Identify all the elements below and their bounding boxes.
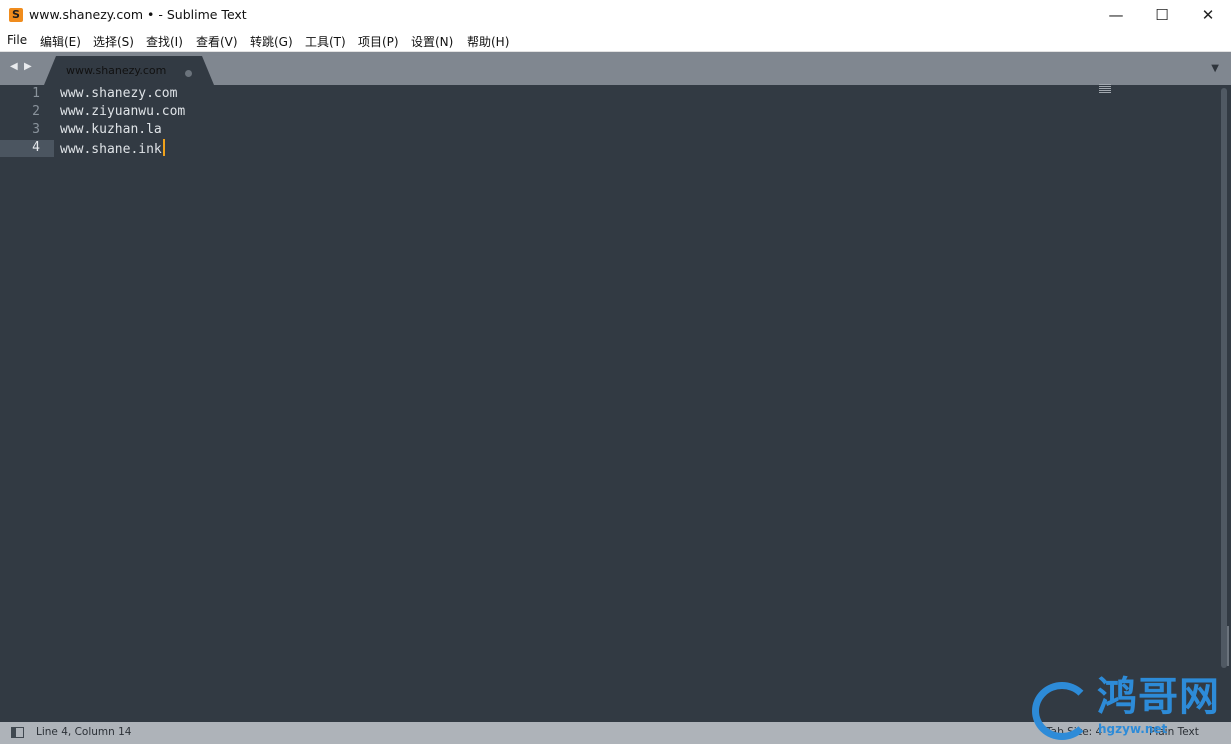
tab-bar: ◀ ▶ www.shanezy.com ▼ <box>0 52 1231 85</box>
menu-help[interactable]: 帮助(H) <box>467 33 509 50</box>
tab-www-shanezy[interactable]: www.shanezy.com <box>44 56 214 85</box>
maximize-button[interactable]: ☐ <box>1139 0 1185 30</box>
code-line[interactable]: www.shanezy.com <box>60 85 185 103</box>
window-title: www.shanezy.com • - Sublime Text <box>29 7 247 22</box>
menu-bar: File 编辑(E) 选择(S) 查找(I) 查看(V) 转跳(G) 工具(T)… <box>0 30 1231 52</box>
line-number-current: 4 <box>32 140 40 155</box>
menu-find[interactable]: 查找(I) <box>146 33 183 50</box>
tab-label: www.shanezy.com <box>66 64 167 77</box>
code-line[interactable]: www.ziyuanwu.com <box>60 103 185 121</box>
line-number: 3 <box>32 122 40 137</box>
code-text[interactable]: www.shanezy.com www.ziyuanwu.com www.kuz… <box>60 85 185 157</box>
menu-view[interactable]: 查看(V) <box>196 33 238 50</box>
sublime-text-icon: S <box>9 8 23 22</box>
menu-selection[interactable]: 选择(S) <box>93 33 134 50</box>
line-number: 1 <box>32 86 40 101</box>
panel-toggle-icon[interactable] <box>11 727 24 738</box>
tab-prev-icon[interactable]: ◀ <box>10 61 18 72</box>
vertical-scrollbar[interactable] <box>1221 88 1227 668</box>
minimap-viewport[interactable] <box>1099 84 1111 93</box>
menu-preferences[interactable]: 设置(N) <box>411 33 453 50</box>
unsaved-dot-icon[interactable] <box>185 70 192 77</box>
line-number: 2 <box>32 104 40 119</box>
watermark-url: hgzyw.net <box>1098 722 1168 736</box>
menu-edit[interactable]: 编辑(E) <box>40 33 81 50</box>
text-caret <box>162 139 165 156</box>
title-bar: S www.shanezy.com • - Sublime Text — ☐ ✕ <box>0 0 1231 30</box>
close-button[interactable]: ✕ <box>1185 0 1231 30</box>
editor-area[interactable]: 1 2 3 4 www.shanezy.com www.ziyuanwu.com… <box>0 84 1231 722</box>
code-line[interactable]: www.kuzhan.la <box>60 121 185 139</box>
scrollbar-edge <box>1227 626 1229 666</box>
line-number-gutter: 1 2 3 4 <box>0 85 40 157</box>
menu-goto[interactable]: 转跳(G) <box>250 33 293 50</box>
menu-project[interactable]: 项目(P) <box>358 33 399 50</box>
minimize-button[interactable]: — <box>1093 0 1139 30</box>
menu-file[interactable]: File <box>7 33 27 47</box>
tab-next-icon[interactable]: ▶ <box>24 61 32 72</box>
menu-tools[interactable]: 工具(T) <box>305 33 346 50</box>
watermark: 鸿哥网 hgzyw.net <box>1030 674 1230 744</box>
cursor-position: Line 4, Column 14 <box>36 726 132 738</box>
watermark-text: 鸿哥网 <box>1097 674 1220 720</box>
watermark-logo-icon <box>1032 682 1092 740</box>
code-line-current[interactable]: www.shane.ink <box>60 139 185 157</box>
tab-list-icon[interactable]: ▼ <box>1211 63 1219 74</box>
